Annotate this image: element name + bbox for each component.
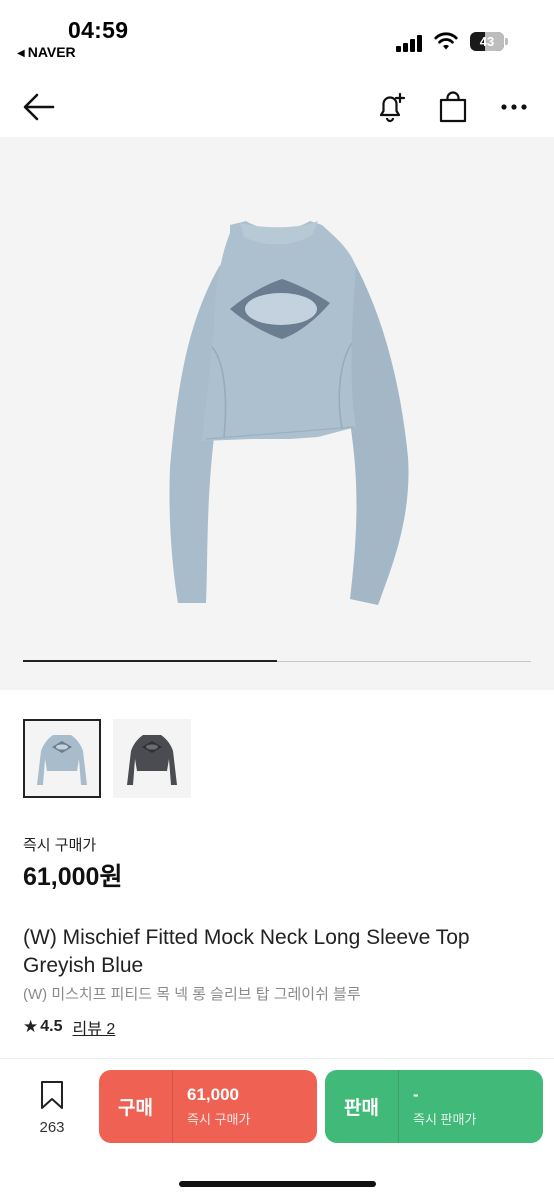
sell-button-sublabel: 즉시 판매가	[413, 1112, 477, 1127]
wifi-icon	[434, 32, 458, 50]
status-bar: 04:59 ◀ NAVER 43	[0, 0, 554, 70]
back-triangle-icon: ◀	[17, 48, 25, 59]
arrow-left-icon[interactable]	[22, 92, 56, 122]
product-title: (W) Mischief Fitted Mock Neck Long Sleev…	[23, 926, 470, 977]
gallery-progress-fill	[23, 660, 277, 662]
sell-button[interactable]: 판매 - 즉시 판매가	[325, 1070, 543, 1143]
star-icon: ★	[23, 1017, 39, 1036]
divider	[0, 1058, 554, 1059]
thumbnail-greyish-blue[interactable]	[23, 719, 101, 798]
return-app-name: NAVER	[27, 44, 76, 60]
buy-button[interactable]: 구매 61,000 즉시 구매가	[99, 1070, 317, 1143]
wish-count: 263	[39, 1119, 65, 1136]
cellular-signal-icon	[396, 34, 424, 52]
rating-value: 4.5	[40, 1018, 63, 1035]
gallery-progress-track	[23, 660, 531, 662]
battery-icon: 43	[470, 32, 508, 51]
rating-row: ★ 4.5 리뷰 2	[23, 1015, 115, 1039]
bookmark-icon	[41, 1081, 63, 1109]
battery-level: 43	[479, 34, 495, 49]
product-title-korean: (W) 미스치프 피티드 목 넥 롱 슬리브 탑 그레이쉬 블루	[23, 986, 361, 1003]
product-image-gallery[interactable]	[0, 137, 554, 690]
instant-buy-price-label: 즉시 구매가	[23, 837, 97, 854]
thumbnail-charcoal[interactable]	[113, 719, 191, 798]
product-image	[169, 221, 409, 605]
home-indicator[interactable]	[179, 1181, 376, 1187]
instant-buy-price: 61,000원	[23, 863, 123, 891]
bell-plus-icon[interactable]	[374, 90, 408, 124]
sell-button-price: -	[413, 1085, 419, 1104]
shopping-bag-icon[interactable]	[437, 90, 469, 124]
buy-button-label: 구매	[118, 1098, 153, 1119]
sell-button-label: 판매	[344, 1098, 379, 1119]
return-to-app-link[interactable]: ◀ NAVER	[17, 44, 76, 60]
buy-button-price: 61,000	[187, 1085, 239, 1104]
buy-button-sublabel: 즉시 구매가	[187, 1112, 251, 1127]
top-nav-bar	[0, 78, 554, 136]
status-time: 04:59	[68, 17, 129, 43]
more-horizontal-icon[interactable]	[500, 103, 528, 111]
review-link[interactable]: 리뷰 2	[73, 1015, 116, 1039]
wishlist-button[interactable]: 263	[30, 1080, 74, 1136]
